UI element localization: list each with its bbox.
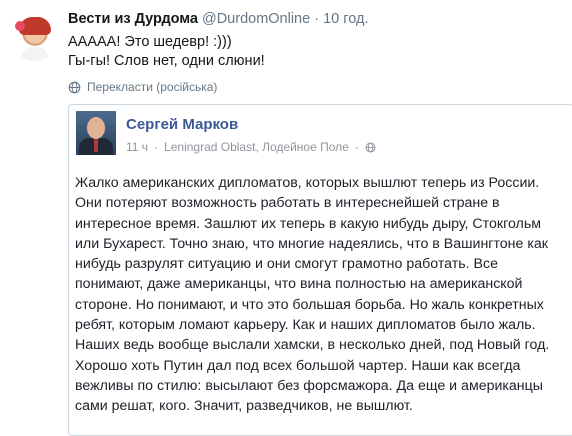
quoted-post-location[interactable]: Leningrad Oblast, Лодейное Поле — [164, 140, 349, 154]
quoted-post-card[interactable]: Сергей Марков 11 ч · Leningrad Oblast, Л… — [68, 104, 572, 436]
quoted-post-meta: 11 ч · Leningrad Oblast, Лодейное Поле · — [126, 140, 376, 154]
quoted-text-line: вежливы по стилю: высылают без форсмажор… — [75, 377, 543, 394]
translate-label: Перекласти (російська) — [87, 80, 218, 94]
quoted-text-line: или Бухарест. Точно знаю, что многие над… — [75, 235, 548, 252]
quoted-text-line: ребят, которым ломают карьеру. Как и наш… — [75, 317, 536, 334]
quoted-post-text: Жалко американских дипломатов, которых в… — [75, 173, 571, 417]
globe-icon — [365, 142, 376, 152]
quoted-text-line: Хорошо хоть Путин дал под всех большой ч… — [75, 357, 521, 374]
quoted-text-line: стороне. Но понимают, и что это большая … — [75, 296, 544, 313]
tweet-author-handle[interactable]: @DurdomOnline — [202, 11, 310, 27]
tweet-text-line: ААААА! Это шедевр! :))) — [68, 34, 232, 50]
tweet: Вести из Дурдома @DurdomOnline · 10 год.… — [0, 0, 572, 436]
quoted-text-line: сами решат, кого. Значит, разведчиков, н… — [75, 398, 413, 415]
globe-icon — [68, 81, 81, 93]
tweet-author-avatar[interactable] — [11, 13, 59, 61]
avatar-tie — [94, 138, 98, 152]
translate-link[interactable]: Перекласти (російська) — [68, 80, 217, 94]
tweet-header: Вести из Дурдома @DurdomOnline · 10 год. — [68, 10, 368, 28]
tweet-text-line: Гы-гы! Слов нет, одни слюни! — [68, 53, 265, 69]
avatar-flower — [15, 21, 25, 31]
quoted-text-line: Наших ведь вообще выслали хамски, в неск… — [75, 337, 550, 354]
quoted-text-line: Они потеряют возможность работать в инте… — [75, 195, 500, 212]
avatar-body — [21, 47, 49, 61]
quoted-post-time[interactable]: 11 ч — [126, 140, 148, 154]
tweet-author-name[interactable]: Вести из Дурдома — [68, 11, 198, 27]
meta-separator: · — [154, 140, 159, 154]
quoted-text-line: нибудь разрулят ситуацию и они смогут гр… — [75, 256, 498, 273]
tweet-timestamp[interactable]: 10 год. — [323, 11, 368, 27]
quoted-text-line: понимают, даже американцы, что вина полн… — [75, 276, 523, 293]
quoted-author-avatar[interactable] — [76, 111, 116, 155]
meta-separator-2: · — [354, 140, 359, 154]
header-separator: · — [314, 11, 320, 27]
quoted-author-name[interactable]: Сергей Марков — [126, 116, 238, 133]
quoted-text-line: интересное время. Зашлют их теперь в как… — [75, 215, 541, 232]
avatar-face — [87, 117, 105, 139]
quoted-text-line: Жалко американских дипломатов, которых в… — [75, 175, 540, 191]
